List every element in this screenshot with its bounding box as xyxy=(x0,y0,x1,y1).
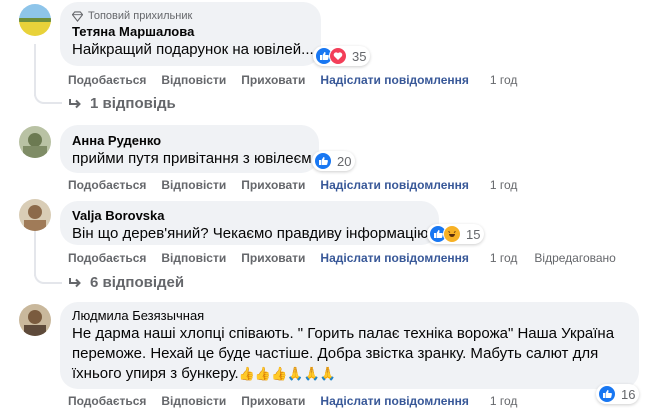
like-reaction-icon xyxy=(314,152,332,170)
comment-text-line: Не дарма наші хлопці співають. " Горить … xyxy=(72,325,615,342)
send-message-button[interactable]: Надіслати повідомлення xyxy=(320,251,468,265)
comment-text: Він що дерев'яний? Чекаємо правдиву інфо… xyxy=(72,225,433,242)
like-reaction-icon xyxy=(598,385,616,403)
comment-author[interactable]: Valja Borovska xyxy=(72,207,427,224)
comment-text-line: переможе. Нехай це буде частіше. Добра з… xyxy=(72,345,599,362)
thread-line xyxy=(34,44,36,96)
avatar[interactable] xyxy=(19,4,51,36)
diamond-icon xyxy=(72,10,83,22)
edited-label: Відредаговано xyxy=(534,251,616,265)
thread-connector xyxy=(34,270,62,284)
reaction-count: 15 xyxy=(466,226,481,242)
view-replies-link[interactable]: 6 відповідей xyxy=(68,274,184,291)
reply-button[interactable]: Відповісти xyxy=(161,251,226,265)
badge-label: Топовий прихильник xyxy=(88,10,193,22)
replies-label: 1 відповідь xyxy=(90,95,176,112)
reply-button[interactable]: Відповісти xyxy=(161,73,226,87)
avatar[interactable] xyxy=(19,126,51,158)
send-message-button[interactable]: Надіслати повідомлення xyxy=(320,178,468,192)
like-button[interactable]: Подобається xyxy=(68,73,146,87)
love-reaction-icon xyxy=(329,47,347,65)
comment-actions: Подобається Відповісти Приховати Надісла… xyxy=(68,394,534,408)
reply-arrow-icon xyxy=(69,277,81,287)
hide-button[interactable]: Приховати xyxy=(241,394,305,408)
thread-connector xyxy=(34,90,62,104)
replies-label: 6 відповідей xyxy=(90,274,185,291)
reply-arrow-icon xyxy=(69,98,81,108)
comment-author[interactable]: Людмила Безязычная xyxy=(72,307,627,324)
like-button[interactable]: Подобається xyxy=(68,251,146,265)
reaction-summary[interactable]: 20 xyxy=(312,151,356,171)
reply-button[interactable]: Відповісти xyxy=(161,394,226,408)
comment-actions: Подобається Відповісти Приховати Надісла… xyxy=(68,178,534,192)
reaction-summary[interactable]: 15 xyxy=(427,224,485,244)
reaction-count: 35 xyxy=(352,48,367,64)
comment-time[interactable]: 1 год xyxy=(490,178,518,192)
top-fan-badge: Топовий прихильник xyxy=(72,9,309,23)
comment-text-line: їхнього упиря з бункеру.👍👍👍🙏🙏🙏 xyxy=(72,364,627,384)
reply-button[interactable]: Відповісти xyxy=(161,178,226,192)
reaction-count: 20 xyxy=(337,153,352,169)
send-message-button[interactable]: Надіслати повідомлення xyxy=(320,394,468,408)
reaction-count: 16 xyxy=(621,386,636,402)
hide-button[interactable]: Приховати xyxy=(241,178,305,192)
comment-time[interactable]: 1 год xyxy=(490,251,518,265)
comment-author[interactable]: Анна Руденко xyxy=(72,132,307,149)
like-button[interactable]: Подобається xyxy=(68,178,146,192)
hide-button[interactable]: Приховати xyxy=(241,73,305,87)
like-button[interactable]: Подобається xyxy=(68,394,146,408)
comment-text-end: їхнього упиря з бункеру. xyxy=(72,365,239,382)
avatar[interactable] xyxy=(19,199,51,231)
send-message-button[interactable]: Надіслати повідомлення xyxy=(320,73,468,87)
reaction-summary[interactable]: 16 xyxy=(596,384,640,404)
comment-bubble: Анна Руденко прийми путя привітання з юв… xyxy=(60,125,319,173)
comment-author[interactable]: Тетяна Маршалова xyxy=(72,23,309,40)
comment-text: Найкращий подарунок на ювілей... xyxy=(72,41,314,58)
comment-bubble: Топовий прихильник Тетяна Маршалова Найк… xyxy=(60,2,321,66)
haha-reaction-icon xyxy=(443,225,461,243)
view-replies-link[interactable]: 1 відповідь xyxy=(68,95,176,112)
comment-bubble: Valja Borovska Він що дерев'яний? Чекаєм… xyxy=(60,201,439,245)
avatar[interactable] xyxy=(19,304,51,336)
comment-text: прийми путя привітання з ювілеєм xyxy=(72,150,312,167)
hide-button[interactable]: Приховати xyxy=(241,251,305,265)
comment-actions: Подобається Відповісти Приховати Надісла… xyxy=(68,73,534,87)
reaction-summary[interactable]: 35 xyxy=(313,46,371,66)
comment-bubble: Людмила Безязычная Не дарма наші хлопці … xyxy=(60,302,639,389)
comment-time[interactable]: 1 год xyxy=(490,394,518,408)
comment-time[interactable]: 1 год xyxy=(490,73,518,87)
comment-actions: Подобається Відповісти Приховати Надісла… xyxy=(68,251,631,265)
emoji-sequence: 👍👍👍🙏🙏🙏 xyxy=(238,366,336,381)
